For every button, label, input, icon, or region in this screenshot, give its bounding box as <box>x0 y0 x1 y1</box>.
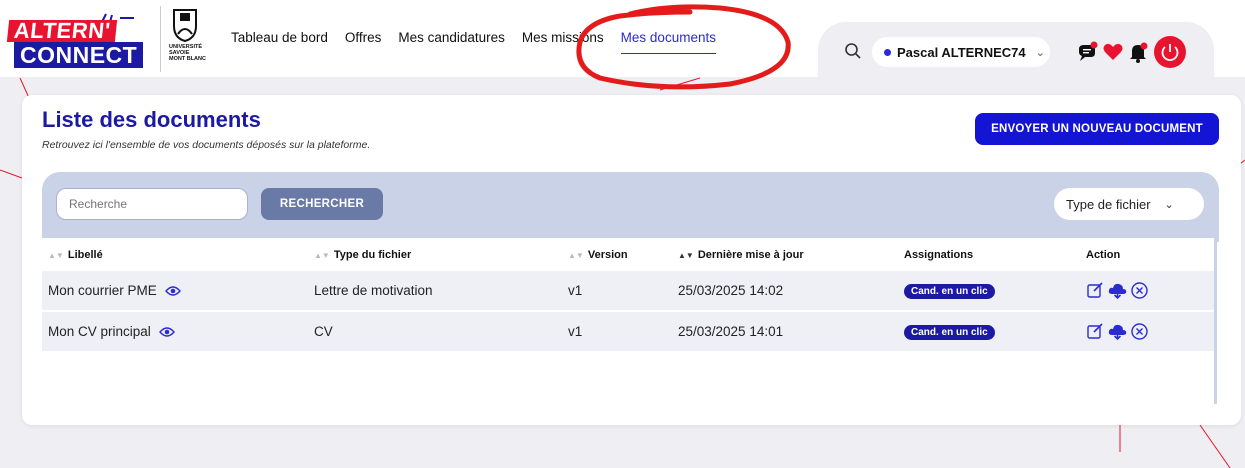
university-shield-icon <box>173 9 197 42</box>
cloud-download-icon[interactable] <box>1108 322 1127 341</box>
page-title: Liste des documents <box>42 107 261 132</box>
cell-label: Mon courrier PME <box>42 271 308 311</box>
row-actions <box>1086 322 1214 341</box>
document-label: Mon courrier PME <box>48 283 157 298</box>
user-menu[interactable]: Pascal ALTERNEC74 ⌄ <box>872 37 1050 67</box>
file-type-select[interactable]: Type de fichier ⌄ <box>1054 188 1204 220</box>
assignment-badge[interactable]: Cand. en un clic <box>904 325 995 340</box>
user-status-dot <box>884 48 891 56</box>
cell-actions <box>1080 310 1214 351</box>
chat-icon[interactable] <box>1076 41 1098 63</box>
logout-button[interactable] <box>1154 36 1186 68</box>
chevron-down-icon: ⌄ <box>1035 46 1045 59</box>
search-input[interactable] <box>56 188 248 220</box>
column-header-updated-text: Dernière mise à jour <box>697 248 804 261</box>
user-toolbar: Pascal ALTERNEC74 ⌄ <box>818 22 1214 78</box>
search-icon[interactable] <box>844 42 862 60</box>
cell-assignment: Cand. en un clic <box>898 310 1080 351</box>
cell-updated: 25/03/2025 14:01 <box>672 310 898 351</box>
cell-version: v1 <box>562 310 672 351</box>
heart-icon[interactable] <box>1102 41 1124 63</box>
eye-icon[interactable] <box>164 285 181 297</box>
sort-icon: ▲▼ <box>568 250 584 260</box>
table-row: Mon courrier PME Lettre de motivation v1… <box>42 271 1214 311</box>
page-subtitle: Retrouvez ici l'ensemble de vos document… <box>42 139 371 151</box>
send-new-document-button[interactable]: ENVOYER UN NOUVEAU DOCUMENT <box>975 113 1219 145</box>
logo-line1: ALTERN' <box>6 18 118 43</box>
cell-assignment: Cand. en un clic <box>898 271 1080 311</box>
column-header-type-text: Type du fichier <box>333 248 412 261</box>
nav-dashboard[interactable]: Tableau de bord <box>231 30 328 45</box>
column-header-action: Action <box>1080 238 1214 271</box>
nav-offers[interactable]: Offres <box>345 30 382 45</box>
column-header-version[interactable]: ▲▼ Version <box>562 238 672 271</box>
column-header-label[interactable]: ▲▼ Libellé <box>42 238 308 271</box>
column-header-version-text: Version <box>587 248 628 261</box>
chevron-down-icon: ⌄ <box>1164 198 1174 211</box>
table-scrollbar[interactable] <box>1214 238 1217 404</box>
sort-icon: ▲▼ <box>678 250 694 260</box>
documents-card: Liste des documents Retrouvez ici l'ense… <box>22 95 1241 425</box>
user-name: Pascal ALTERNEC74 <box>897 44 1026 60</box>
cell-actions <box>1080 271 1214 311</box>
nav-applications[interactable]: Mes candidatures <box>398 30 505 45</box>
cell-type: CV <box>308 310 562 351</box>
documents-table: ▲▼ Libellé ▲▼ Type du fichier ▲▼ Version ▲▼… <box>42 238 1214 351</box>
row-actions <box>1086 281 1214 300</box>
annotation-circle <box>576 4 791 90</box>
column-header-label-text: Libellé <box>67 248 103 261</box>
edit-icon[interactable] <box>1086 322 1105 341</box>
logo-line2: CONNECT <box>14 42 144 68</box>
sort-icon: ▲▼ <box>314 250 330 260</box>
university-logo: UNIVERSITÉ SAVOIE MONT BLANC <box>160 6 212 72</box>
altern-connect-logo[interactable]: ALTERN' CONNECT <box>6 10 144 72</box>
file-type-select-label: Type de fichier <box>1066 196 1151 212</box>
cell-updated: 25/03/2025 14:02 <box>678 283 784 298</box>
cell-type: Lettre de motivation <box>314 283 433 298</box>
sort-icon: ▲▼ <box>48 250 64 260</box>
table-header-row: ▲▼ Libellé ▲▼ Type du fichier ▲▼ Version ▲▼… <box>42 238 1214 271</box>
delete-circle-icon[interactable] <box>1130 281 1149 300</box>
document-label: Mon CV principal <box>48 324 151 339</box>
cell-version: v1 <box>568 283 583 298</box>
table-row: Mon CV principal CV v1 25/03/2025 14:01 … <box>42 310 1214 351</box>
search-button[interactable]: RECHERCHER <box>261 188 383 220</box>
university-name: UNIVERSITÉ SAVOIE MONT BLANC <box>169 44 213 62</box>
eye-icon[interactable] <box>158 326 175 338</box>
delete-circle-icon[interactable] <box>1130 322 1149 341</box>
bell-icon[interactable] <box>1127 41 1149 63</box>
filter-panel: RECHERCHER Type de fichier ⌄ <box>42 172 1219 242</box>
assignment-badge[interactable]: Cand. en un clic <box>904 284 995 299</box>
column-header-assignments: Assignations <box>898 238 1080 271</box>
edit-icon[interactable] <box>1086 281 1105 300</box>
cloud-download-icon[interactable] <box>1108 281 1127 300</box>
university-line3: MONT BLANC <box>169 56 206 62</box>
column-header-type[interactable]: ▲▼ Type du fichier <box>308 238 562 271</box>
cell-label: Mon CV principal <box>42 310 308 351</box>
column-header-updated[interactable]: ▲▼ Dernière mise à jour <box>672 238 898 271</box>
power-icon <box>1161 44 1179 61</box>
